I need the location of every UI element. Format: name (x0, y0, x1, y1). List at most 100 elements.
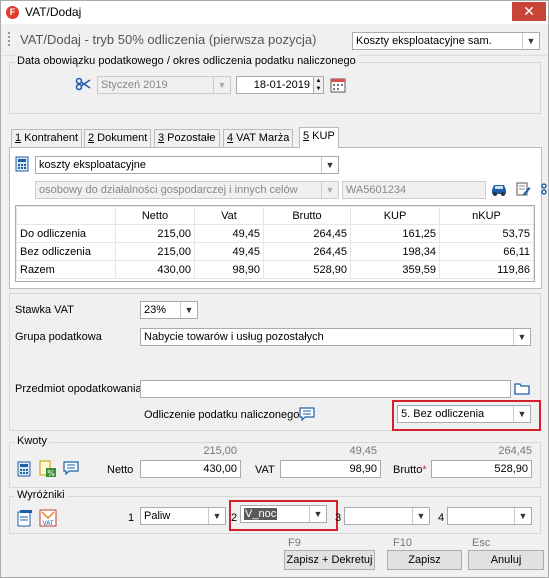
vehicle-type-select[interactable]: osobowy do działalności gospodarczej i i… (35, 181, 339, 199)
deduction-select[interactable]: 5. Bez odliczenia ▼ (397, 405, 531, 423)
deduction-label: Odliczenie podatku naliczonego (144, 409, 300, 421)
chevron-down-icon: ▼ (513, 406, 530, 422)
column-header: nKUP (439, 206, 534, 225)
table-cell: 198,34 (350, 242, 440, 261)
svg-text:VAT: VAT (42, 520, 53, 527)
tab-kontrahent[interactable]: 1 Kontrahent (11, 129, 82, 148)
header-bar: VAT/Dodaj - tryb 50% odliczenia (pierwsz… (2, 25, 547, 56)
cost-type-value: Koszty eksploatacyjne sam. (356, 35, 492, 47)
table-cell: 264,45 (263, 224, 351, 243)
kup-category-select[interactable]: koszty eksploatacyjne ▼ (35, 156, 339, 174)
app-logo-icon: F (6, 6, 19, 19)
title-bar: F VAT/Dodaj ✕ (1, 1, 548, 24)
tax-group-label: Grupa podatkowa (15, 331, 102, 343)
marker-1-select[interactable]: Paliw ▼ (140, 507, 226, 525)
date-spinner[interactable]: ▲ ▼ (313, 76, 324, 94)
kup-category-value: koszty eksploatacyjne (39, 159, 146, 171)
chevron-down-icon: ▼ (522, 33, 539, 49)
svg-text:%: % (47, 469, 55, 478)
tax-group-value: Nabycie towarów i usług pozostałych (144, 331, 324, 343)
subject-label: Przedmiot opodatkowania (15, 383, 142, 395)
plate-input[interactable]: WA5601234 (342, 181, 486, 199)
marker-3-select[interactable]: ▼ (344, 507, 430, 525)
table-row: Razem 430,00 98,90 528,90 359,59 119,86 (16, 260, 534, 279)
vat-rate-value: 23% (144, 304, 167, 316)
vat-label: VAT (255, 464, 275, 476)
column-header: KUP (350, 206, 440, 225)
marker-settings-icon[interactable] (17, 509, 33, 530)
tab-vat-marza[interactable]: 4 VAT Marża (223, 129, 294, 148)
subject-input[interactable] (140, 380, 511, 398)
table-cell: 161,25 (350, 224, 440, 243)
tab-label: Dokument (94, 132, 148, 144)
markers-group-label: Wyróżniki (15, 489, 67, 501)
chevron-down-icon: ▼ (513, 329, 530, 345)
vat-rate-select[interactable]: 23% ▼ (140, 301, 198, 319)
marker-4-number: 4 (438, 512, 445, 524)
vehicle-type-value: osobowy do działalności gospodarczej i i… (39, 184, 298, 196)
folder-icon[interactable] (514, 381, 530, 398)
kup-table: Netto Vat Brutto KUP nKUP Do odliczenia … (16, 206, 534, 279)
calculator-icon[interactable] (17, 461, 31, 480)
tab-dokument[interactable]: 2 Dokument (84, 129, 152, 148)
row-label: Do odliczenia (16, 224, 116, 243)
table-cell: 215,00 (115, 224, 195, 243)
tab-kup[interactable]: 5 KUP (299, 127, 339, 148)
vat-hint: 49,45 (349, 445, 377, 457)
save-button[interactable]: Zapisz (387, 550, 462, 570)
brutto-label: Brutto* (393, 464, 427, 476)
scissors-icon[interactable] (75, 77, 91, 94)
brutto-hint: 264,45 (498, 445, 532, 457)
netto-hint: 215,00 (203, 445, 237, 457)
table-cell: 53,75 (439, 224, 534, 243)
cost-type-select[interactable]: Koszty eksploatacyjne sam. ▼ (352, 32, 540, 50)
table-row: Do odliczenia 215,00 49,45 264,45 161,25… (16, 224, 534, 243)
chevron-down-icon: ▼ (208, 508, 225, 524)
scissors-icon[interactable] (541, 182, 549, 199)
save-and-post-button[interactable]: Zapisz + Dekretuj (284, 550, 375, 570)
tab-label: Kontrahent (21, 132, 78, 144)
table-cell: 49,45 (194, 224, 264, 243)
comment-icon[interactable] (63, 461, 79, 478)
comment-icon[interactable] (299, 407, 315, 424)
table-cell: 119,86 (439, 260, 534, 279)
period-group-label: Data obowiązku podatkowego / okres odlic… (15, 55, 358, 67)
percent-calc-icon[interactable]: % (39, 460, 57, 481)
table-cell: 98,90 (194, 260, 264, 279)
netto-input[interactable]: 430,00 (140, 460, 241, 478)
date-input[interactable]: 18-01-2019 (236, 76, 314, 94)
marker-2-select[interactable]: V_noc ▼ (240, 505, 327, 523)
column-header (16, 206, 116, 225)
vat-input[interactable]: 98,90 (280, 460, 381, 478)
chevron-down-icon: ▼ (309, 506, 326, 522)
netto-label: Netto (107, 464, 134, 476)
table-cell: 359,59 (350, 260, 440, 279)
window-title: VAT/Dodaj (25, 5, 82, 19)
tab-pozostale[interactable]: 3 Pozostałe (154, 129, 220, 148)
month-select[interactable]: Styczeń 2019 ▼ (97, 76, 231, 94)
column-header: Vat (194, 206, 264, 225)
tax-group-select[interactable]: Nabycie towarów i usług pozostałych ▼ (140, 328, 531, 346)
tab-label: VAT Marża (233, 132, 290, 144)
brutto-input[interactable]: 528,90 (431, 460, 532, 478)
table-cell: 430,00 (115, 260, 195, 279)
vat-marker-icon[interactable]: VAT (39, 509, 57, 530)
brutto-label-text: Brutto (393, 464, 423, 476)
table-cell: 49,45 (194, 242, 264, 261)
car-icon[interactable] (490, 181, 508, 200)
chevron-down-icon: ▼ (514, 508, 531, 524)
table-cell: 264,45 (263, 242, 351, 261)
close-button[interactable]: ✕ (512, 2, 546, 21)
edit-document-icon[interactable] (515, 181, 531, 200)
row-label: Razem (16, 260, 116, 279)
vat-rate-label: Stawka VAT (15, 304, 74, 316)
table-row: Bez odliczenia 215,00 49,45 264,45 198,3… (16, 242, 534, 261)
calculator-icon[interactable] (15, 156, 29, 175)
calendar-icon[interactable] (330, 77, 346, 96)
marker-4-select[interactable]: ▼ (447, 507, 532, 525)
amounts-group-label: Kwoty (15, 435, 49, 447)
marker-3-number: 3 (335, 512, 342, 524)
cancel-button[interactable]: Anuluj (468, 550, 544, 570)
chevron-down-icon: ▼ (321, 182, 338, 198)
column-header: Netto (115, 206, 195, 225)
